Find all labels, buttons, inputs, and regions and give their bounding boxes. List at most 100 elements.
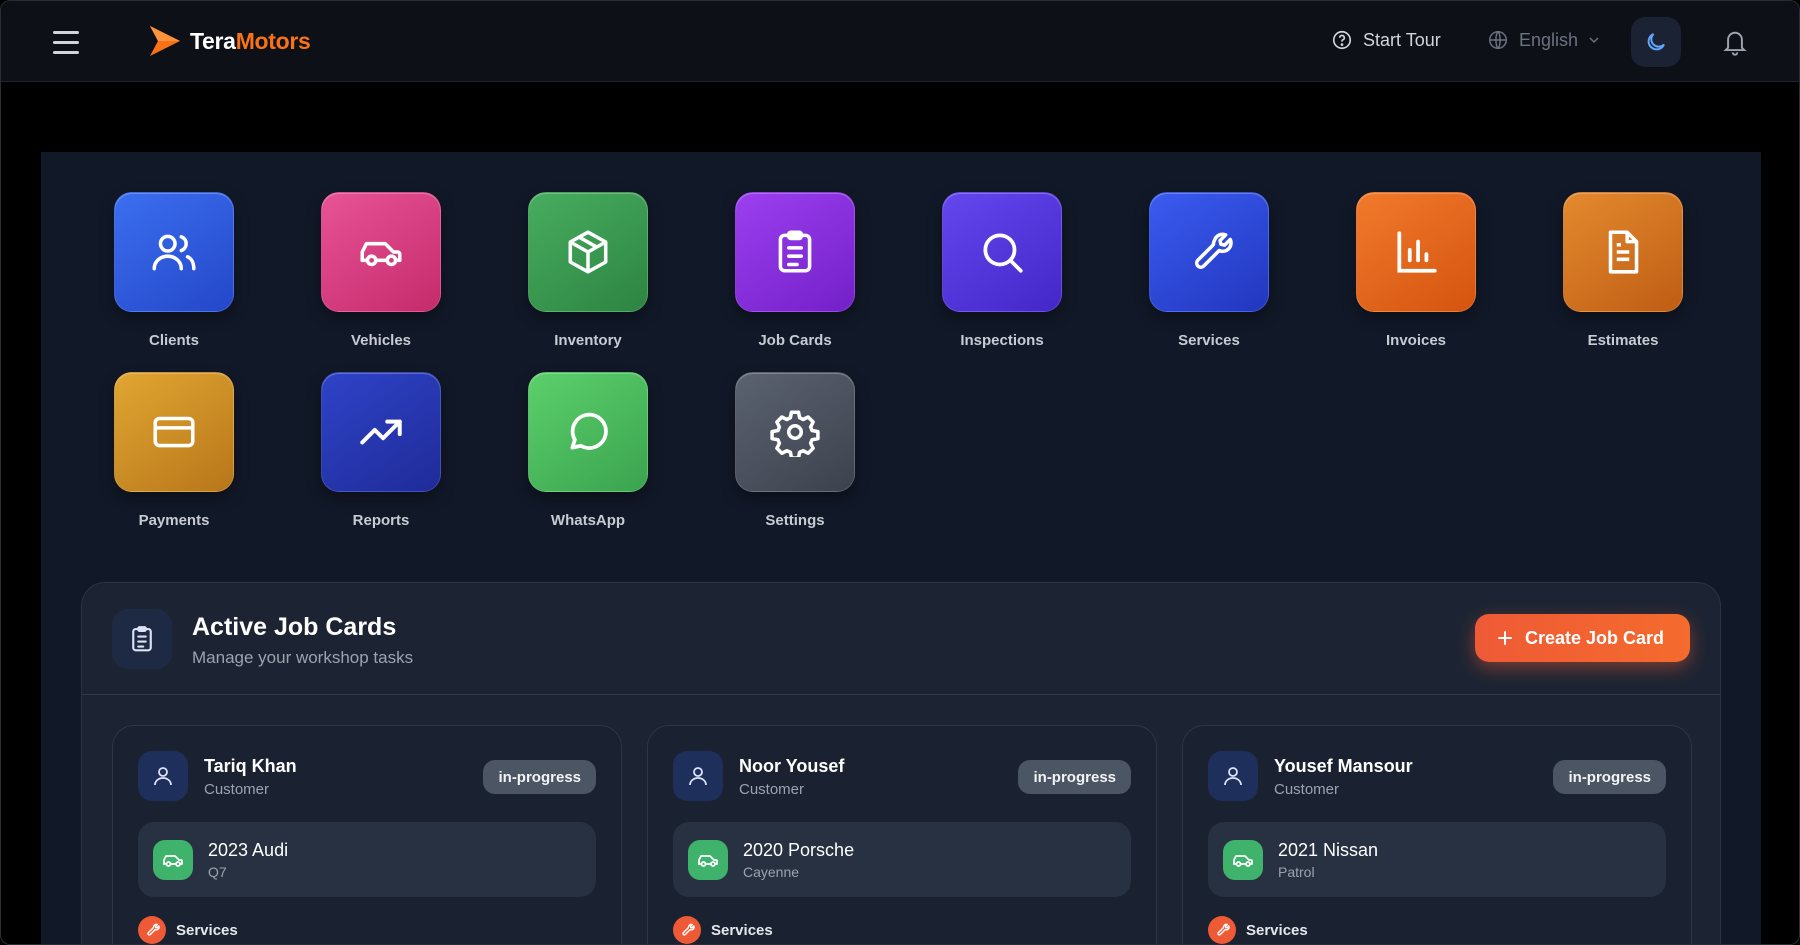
box-icon (568, 230, 608, 274)
section-header: Active Job Cards Manage your workshop ta… (82, 583, 1720, 695)
app-tile (321, 192, 441, 312)
document-icon (1608, 230, 1639, 274)
services-row: Services (138, 916, 238, 944)
app-vehicles[interactable]: Vehicles (321, 192, 441, 349)
app-reports[interactable]: Reports (321, 372, 441, 529)
app-services[interactable]: Services (1149, 192, 1269, 349)
user-avatar-icon (673, 751, 723, 801)
app-estimates[interactable]: Estimates (1563, 192, 1683, 349)
status-badge: in-progress (1018, 760, 1131, 794)
job-card[interactable]: Noor Yousef Customer in-progress 2020 Po… (647, 725, 1157, 944)
app-inventory[interactable]: Inventory (528, 192, 648, 349)
brand-logo[interactable]: TeraMotors (146, 23, 311, 59)
app-label: Inspections (960, 332, 1044, 349)
user-avatar-icon (138, 751, 188, 801)
app-tile (114, 192, 234, 312)
vehicle-info: 2020 Porsche Cayenne (673, 822, 1131, 897)
brand-name: TeraMotors (190, 28, 311, 55)
clipboard-icon (778, 230, 812, 273)
app-inspections[interactable]: Inspections (942, 192, 1062, 349)
vehicle-info: 2023 Audi Q7 (138, 822, 596, 897)
services-row: Services (1208, 916, 1308, 944)
help-circle-icon (1332, 30, 1352, 50)
app-label: Estimates (1587, 332, 1659, 349)
hamburger-menu-icon[interactable] (49, 25, 83, 59)
app-label: Invoices (1385, 332, 1447, 349)
app-label: Reports (352, 512, 410, 529)
globe-icon (1489, 31, 1507, 49)
app-tile (942, 192, 1062, 312)
customer-role: Customer (1274, 781, 1340, 798)
create-job-card-label: Create Job Card (1524, 627, 1664, 648)
app-clients[interactable]: Clients (114, 192, 234, 349)
customer-name: Tariq Khan (204, 756, 297, 776)
app-label: Settings (765, 512, 825, 529)
app-whatsapp[interactable]: WhatsApp (528, 372, 648, 529)
dashboard-panel: Clients Vehicles Inventory Job Cards Ins… (41, 152, 1761, 944)
app-label: WhatsApp (550, 512, 626, 529)
create-job-card-button[interactable]: Create Job Card (1474, 614, 1690, 662)
vehicle-make: 2023 Audi (208, 840, 289, 860)
app-label: Services (1178, 332, 1240, 349)
app-label: Clients (148, 332, 199, 349)
vehicle-model: Q7 (208, 864, 227, 880)
car-icon (688, 840, 728, 880)
app-tile (114, 372, 234, 492)
app-tile (1149, 192, 1269, 312)
top-bar: TeraMotors Start Tour English (1, 1, 1799, 82)
notifications-bell-icon[interactable] (1721, 27, 1749, 62)
app-tile (321, 372, 441, 492)
app-label: Payments (138, 512, 210, 529)
services-label: Services (176, 921, 238, 939)
section-title: Active Job Cards (192, 613, 397, 641)
app-settings[interactable]: Settings (735, 372, 855, 529)
status-badge: in-progress (483, 760, 596, 794)
vehicle-info: 2021 Nissan Patrol (1208, 822, 1666, 897)
app-tile (1563, 192, 1683, 312)
start-tour-button[interactable]: Start Tour (1331, 29, 1441, 51)
vehicle-model: Cayenne (743, 864, 800, 880)
moon-icon (1647, 33, 1665, 51)
app-tile (735, 192, 855, 312)
active-job-cards-section: Active Job Cards Manage your workshop ta… (81, 582, 1721, 944)
app-tile (528, 192, 648, 312)
customer-name: Yousef Mansour (1274, 756, 1413, 776)
app-tile (528, 372, 648, 492)
services-label: Services (1246, 921, 1308, 939)
customer-name: Noor Yousef (739, 756, 845, 776)
play-logo-icon (150, 26, 180, 56)
gear-icon (770, 410, 820, 457)
language-select[interactable]: English (1487, 29, 1600, 51)
trending-up-icon (360, 419, 402, 445)
chat-icon (570, 412, 608, 450)
app-window: TeraMotors Start Tour English Clients Ve… (0, 0, 1800, 945)
car-icon (1223, 840, 1263, 880)
customer-role: Customer (739, 781, 805, 798)
wrench-icon (1208, 916, 1236, 944)
status-badge: in-progress (1553, 760, 1666, 794)
brand-name-part1: Tera (190, 27, 236, 54)
users-icon (152, 234, 196, 271)
job-card[interactable]: Tariq Khan Customer in-progress 2023 Aud… (112, 725, 622, 944)
app-invoices[interactable]: Invoices (1356, 192, 1476, 349)
wrench-icon (138, 916, 166, 944)
app-label: Job Cards (758, 332, 832, 349)
vehicle-make: 2021 Nissan (1278, 840, 1379, 860)
app-label: Inventory (554, 332, 622, 349)
app-payments[interactable]: Payments (114, 372, 234, 529)
app-label: Vehicles (350, 332, 412, 349)
car-icon (153, 840, 193, 880)
user-avatar-icon (1208, 751, 1258, 801)
language-label: English (1519, 29, 1579, 50)
theme-toggle-button[interactable] (1631, 17, 1681, 67)
wrench-icon (1194, 232, 1233, 269)
car-icon (360, 241, 402, 267)
app-job-cards[interactable]: Job Cards (735, 192, 855, 349)
wrench-icon (673, 916, 701, 944)
chevron-down-icon (1589, 37, 1599, 44)
vehicle-model: Patrol (1278, 864, 1315, 880)
app-tile (1356, 192, 1476, 312)
customer-role: Customer (204, 781, 270, 798)
job-card[interactable]: Yousef Mansour Customer in-progress 2021… (1182, 725, 1692, 944)
plus-icon (1497, 631, 1512, 645)
